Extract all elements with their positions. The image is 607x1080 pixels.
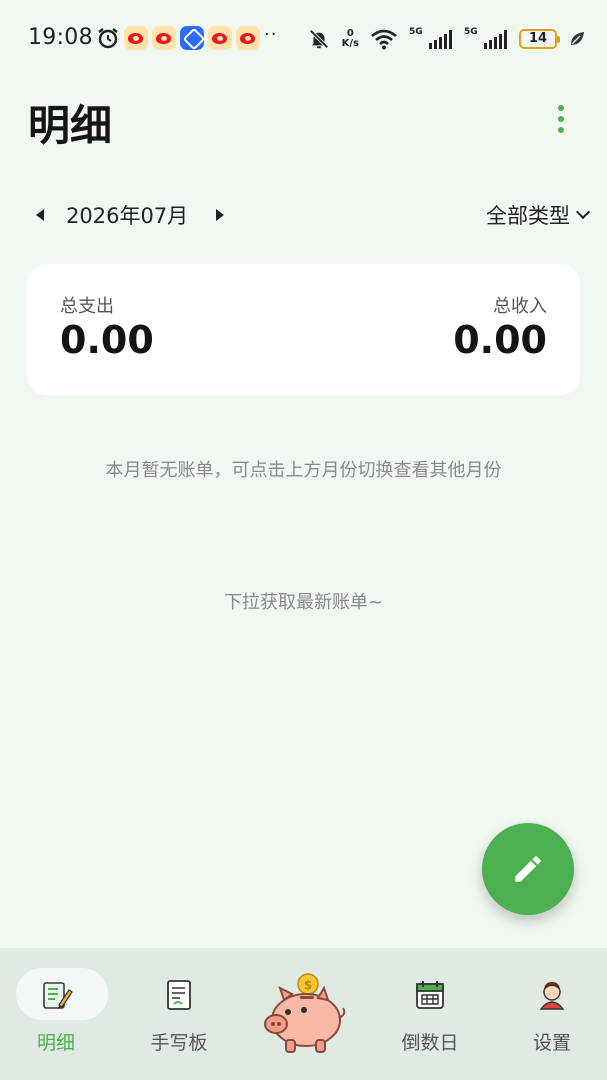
leaf-icon	[571, 32, 584, 45]
handwriting-board-icon	[167, 980, 191, 1010]
tab-countdown[interactable]: 倒数日	[380, 948, 480, 1080]
empty-state-message: 本月暂无账单，可点击上方月份切换查看其他月份	[105, 460, 502, 481]
tab-handwriting-board[interactable]: 手写板	[129, 948, 229, 1080]
total-expense-label: 总支出	[60, 296, 114, 317]
tab-label: 手写板	[150, 1032, 208, 1054]
weibo-icon	[152, 26, 176, 50]
notepad-pen-icon	[43, 982, 73, 1009]
more-dot-icon	[558, 105, 564, 111]
tab-label: 倒数日	[401, 1032, 459, 1054]
status-bar: 19:08 ·· 0 K/s 5G 5G 14	[0, 0, 607, 76]
month-selector[interactable]: 2026年07月	[66, 200, 188, 230]
total-expense-value: 0.00	[60, 318, 154, 362]
page-title: 明细	[28, 101, 113, 150]
total-income-label: 总收入	[493, 296, 547, 317]
alarm-icon	[98, 28, 118, 49]
month-filter-row: 2026年07月 全部类型	[28, 196, 591, 236]
tab-settings[interactable]: 设置	[502, 948, 602, 1080]
tab-label: 设置	[532, 1032, 571, 1054]
user-avatar-icon	[539, 982, 565, 1010]
previous-month-icon[interactable]	[36, 209, 44, 221]
summary-card: 总支出 0.00 总收入 0.00	[27, 264, 580, 395]
calendar-icon	[416, 981, 444, 1009]
signal-strength-icon: 5G	[464, 27, 507, 49]
tencent-app-icon	[180, 26, 204, 50]
add-bill-button[interactable]	[482, 823, 574, 915]
signal-strength-icon: 5G	[409, 27, 452, 49]
total-income-value: 0.00	[453, 318, 547, 362]
network-speed-unit: K/s	[341, 38, 359, 49]
more-notifications-icon: ··	[264, 24, 278, 45]
wifi-icon	[371, 29, 397, 50]
svg-text:$: $	[304, 978, 312, 992]
piggy-bank-icon[interactable]: $	[258, 972, 350, 1056]
more-dot-icon	[558, 127, 564, 133]
status-time: 19:08	[28, 25, 93, 50]
network-type-label: 5G	[464, 27, 478, 37]
pull-to-refresh-hint: 下拉获取最新账单~	[223, 592, 384, 613]
tab-details[interactable]: 明细	[6, 948, 108, 1080]
network-speed: 0 K/s	[342, 29, 359, 49]
weibo-icon	[124, 26, 148, 50]
more-options-button[interactable]	[548, 102, 574, 136]
chevron-down-icon	[575, 204, 591, 220]
network-type-label: 5G	[409, 27, 423, 37]
weibo-icon	[236, 26, 260, 50]
type-filter-label: 全部类型	[486, 204, 570, 228]
weibo-icon	[208, 26, 232, 50]
pencil-icon	[515, 856, 541, 882]
next-month-icon[interactable]	[216, 209, 224, 221]
type-filter-dropdown[interactable]: 全部类型	[486, 200, 591, 230]
more-dot-icon	[558, 116, 564, 122]
battery-icon: 14	[519, 29, 560, 49]
tab-label: 明细	[36, 1032, 75, 1054]
mute-bell-icon	[309, 29, 329, 49]
